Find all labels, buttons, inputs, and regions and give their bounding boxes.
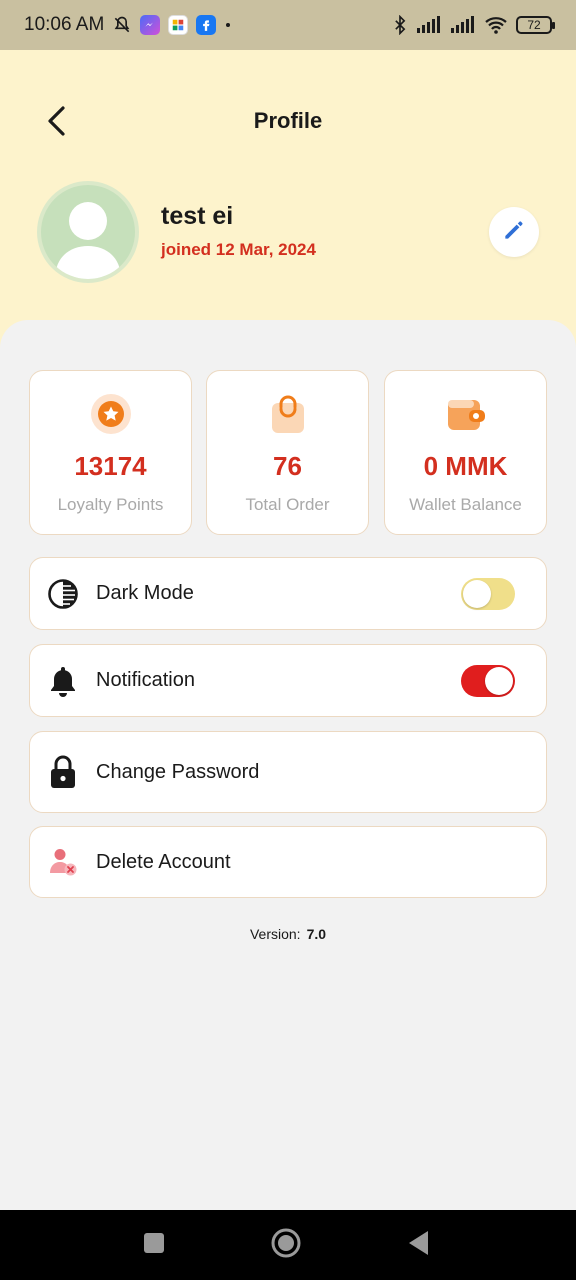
system-back-button[interactable] <box>401 1228 435 1262</box>
star-badge-icon <box>30 393 191 435</box>
joined-date: joined 12 Mar, 2024 <box>161 240 316 259</box>
dark-mode-label: Dark Mode <box>96 582 194 604</box>
home-button[interactable] <box>269 1228 303 1262</box>
stat-label: Loyalty Points <box>57 495 164 514</box>
dark-mode-row: Dark Mode <box>29 557 547 630</box>
user-silhouette-icon <box>55 202 121 279</box>
stat-label: Wallet Balance <box>409 495 522 514</box>
bell-icon <box>46 664 80 698</box>
app-icon <box>168 15 189 35</box>
version-value: 7.0 <box>306 926 327 942</box>
wallet-icon <box>385 393 546 435</box>
back-button[interactable] <box>36 105 76 141</box>
loyalty-points-card[interactable]: 13174 Loyalty Points <box>29 370 192 535</box>
messenger-icon <box>140 15 161 35</box>
stat-value: 0 MMK <box>423 451 508 481</box>
app-version: Version: 7.0 <box>0 926 576 942</box>
contrast-icon <box>46 577 80 611</box>
stat-value: 13174 <box>74 451 147 481</box>
square-icon <box>143 1232 165 1259</box>
signal-icon <box>416 16 442 34</box>
delete-account-label: Delete Account <box>96 850 231 873</box>
status-bar: 10:06 AM 72 <box>0 0 576 50</box>
home-circle-icon <box>270 1227 302 1264</box>
dark-mode-toggle[interactable] <box>461 577 515 610</box>
signal-icon-2 <box>450 16 476 34</box>
status-time: 10:06 AM <box>24 14 105 35</box>
version-label: Version: <box>249 926 301 942</box>
toggle-knob <box>485 666 513 695</box>
avatar <box>37 181 139 283</box>
system-navigation-bar <box>0 1210 576 1280</box>
notification-toggle[interactable] <box>461 664 515 697</box>
notification-label: Notification <box>96 669 195 691</box>
change-password-row[interactable]: Change Password <box>29 731 547 813</box>
wifi-icon <box>484 15 508 35</box>
shopping-bag-icon <box>207 393 368 435</box>
notification-row: Notification <box>29 644 547 717</box>
back-triangle-icon <box>407 1230 429 1261</box>
stat-label: Total Order <box>245 495 330 514</box>
facebook-icon <box>196 15 217 35</box>
edit-profile-button[interactable] <box>489 207 539 257</box>
wallet-balance-card[interactable]: 0 MMK Wallet Balance <box>384 370 547 535</box>
lock-icon <box>46 755 80 789</box>
stat-value: 76 <box>273 451 302 481</box>
muted-bell-icon <box>112 15 132 35</box>
page-title: Profile <box>253 108 323 133</box>
user-name: test ei <box>161 202 234 230</box>
back-arrow-icon <box>45 105 67 142</box>
pencil-icon <box>501 217 527 248</box>
battery-icon: 72 <box>516 16 555 34</box>
toggle-knob <box>463 579 491 608</box>
bluetooth-icon <box>392 15 408 35</box>
delete-account-row[interactable]: Delete Account <box>29 826 547 898</box>
dot-icon <box>224 21 232 29</box>
change-password-label: Change Password <box>96 760 260 783</box>
delete-user-icon <box>46 845 80 879</box>
total-order-card[interactable]: 76 Total Order <box>206 370 369 535</box>
recent-apps-button[interactable] <box>137 1228 171 1262</box>
